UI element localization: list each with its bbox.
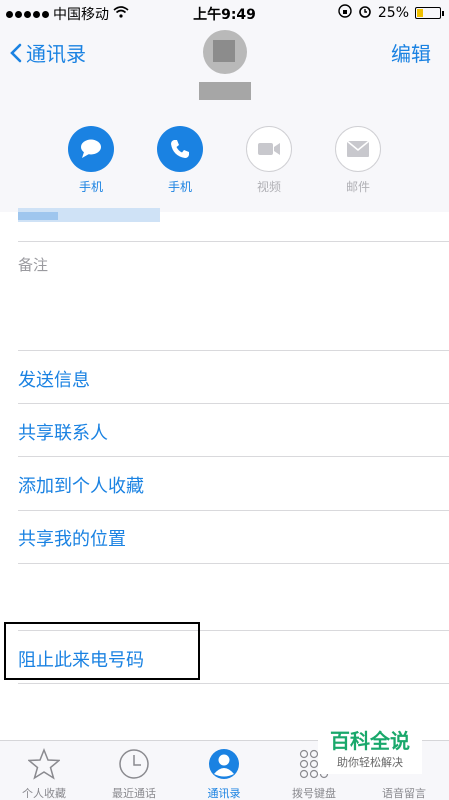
- contact-header: 通讯录 编辑 手机 手机 视频 邮件: [0, 26, 449, 212]
- rotation-lock-icon: [338, 4, 352, 22]
- video-action-button[interactable]: 视频: [239, 126, 299, 195]
- battery-icon: [415, 7, 444, 19]
- message-action-button[interactable]: 手机: [61, 126, 121, 195]
- tab-contacts[interactable]: 通讯录: [184, 747, 264, 800]
- contacts-icon: [184, 747, 264, 781]
- avatar: [199, 30, 251, 100]
- tab-recents[interactable]: 最近通话: [94, 747, 174, 800]
- tab-favorites[interactable]: 个人收藏: [4, 747, 84, 800]
- video-action-label: 视频: [256, 180, 281, 194]
- tab-label: 通讯录: [207, 787, 241, 800]
- alarm-icon: [358, 4, 372, 22]
- divider: [18, 563, 449, 564]
- call-action-label: 手机: [167, 180, 192, 194]
- divider: [18, 350, 449, 351]
- notes-field[interactable]: 备注: [18, 254, 48, 275]
- clock-icon: [94, 747, 174, 781]
- edit-button[interactable]: 编辑: [391, 38, 431, 67]
- mail-icon: [335, 126, 381, 172]
- tab-label: 个人收藏: [22, 787, 66, 800]
- divider: [18, 510, 449, 511]
- tab-label: 拨号键盘: [292, 787, 336, 800]
- phone-icon: [157, 126, 203, 172]
- share-location-row[interactable]: 共享我的位置: [18, 525, 126, 551]
- video-icon: [246, 126, 292, 172]
- blurred-phone-number-accent: [18, 212, 58, 220]
- divider: [18, 241, 449, 242]
- chevron-left-icon: [10, 43, 22, 62]
- highlight-box: [4, 622, 200, 680]
- star-icon: [4, 747, 84, 781]
- status-bar: 中国移动 上午9:49 25%: [0, 0, 449, 26]
- back-label: 通讯录: [26, 42, 86, 66]
- status-right: 25%: [338, 4, 444, 22]
- battery-percent: 25%: [377, 5, 409, 21]
- watermark: 百科全说 助你轻松解决: [318, 728, 422, 774]
- divider: [18, 403, 449, 404]
- send-message-row[interactable]: 发送信息: [18, 366, 90, 392]
- share-contact-row[interactable]: 共享联系人: [18, 419, 108, 445]
- tab-label: 最近通话: [112, 787, 156, 800]
- back-button[interactable]: 通讯录: [10, 38, 86, 67]
- mail-action-label: 邮件: [345, 180, 370, 194]
- add-favorite-row[interactable]: 添加到个人收藏: [18, 472, 144, 498]
- call-action-button[interactable]: 手机: [150, 126, 210, 195]
- message-icon: [68, 126, 114, 172]
- watermark-subtitle: 助你轻松解决: [337, 756, 403, 769]
- contact-actions: 手机 手机 视频 邮件: [0, 126, 449, 206]
- divider: [18, 456, 449, 457]
- message-action-label: 手机: [78, 180, 103, 194]
- watermark-title: 百科全说: [330, 729, 410, 753]
- divider: [18, 683, 449, 684]
- tab-label: 语音留言: [382, 787, 426, 800]
- mail-action-button[interactable]: 邮件: [328, 126, 388, 195]
